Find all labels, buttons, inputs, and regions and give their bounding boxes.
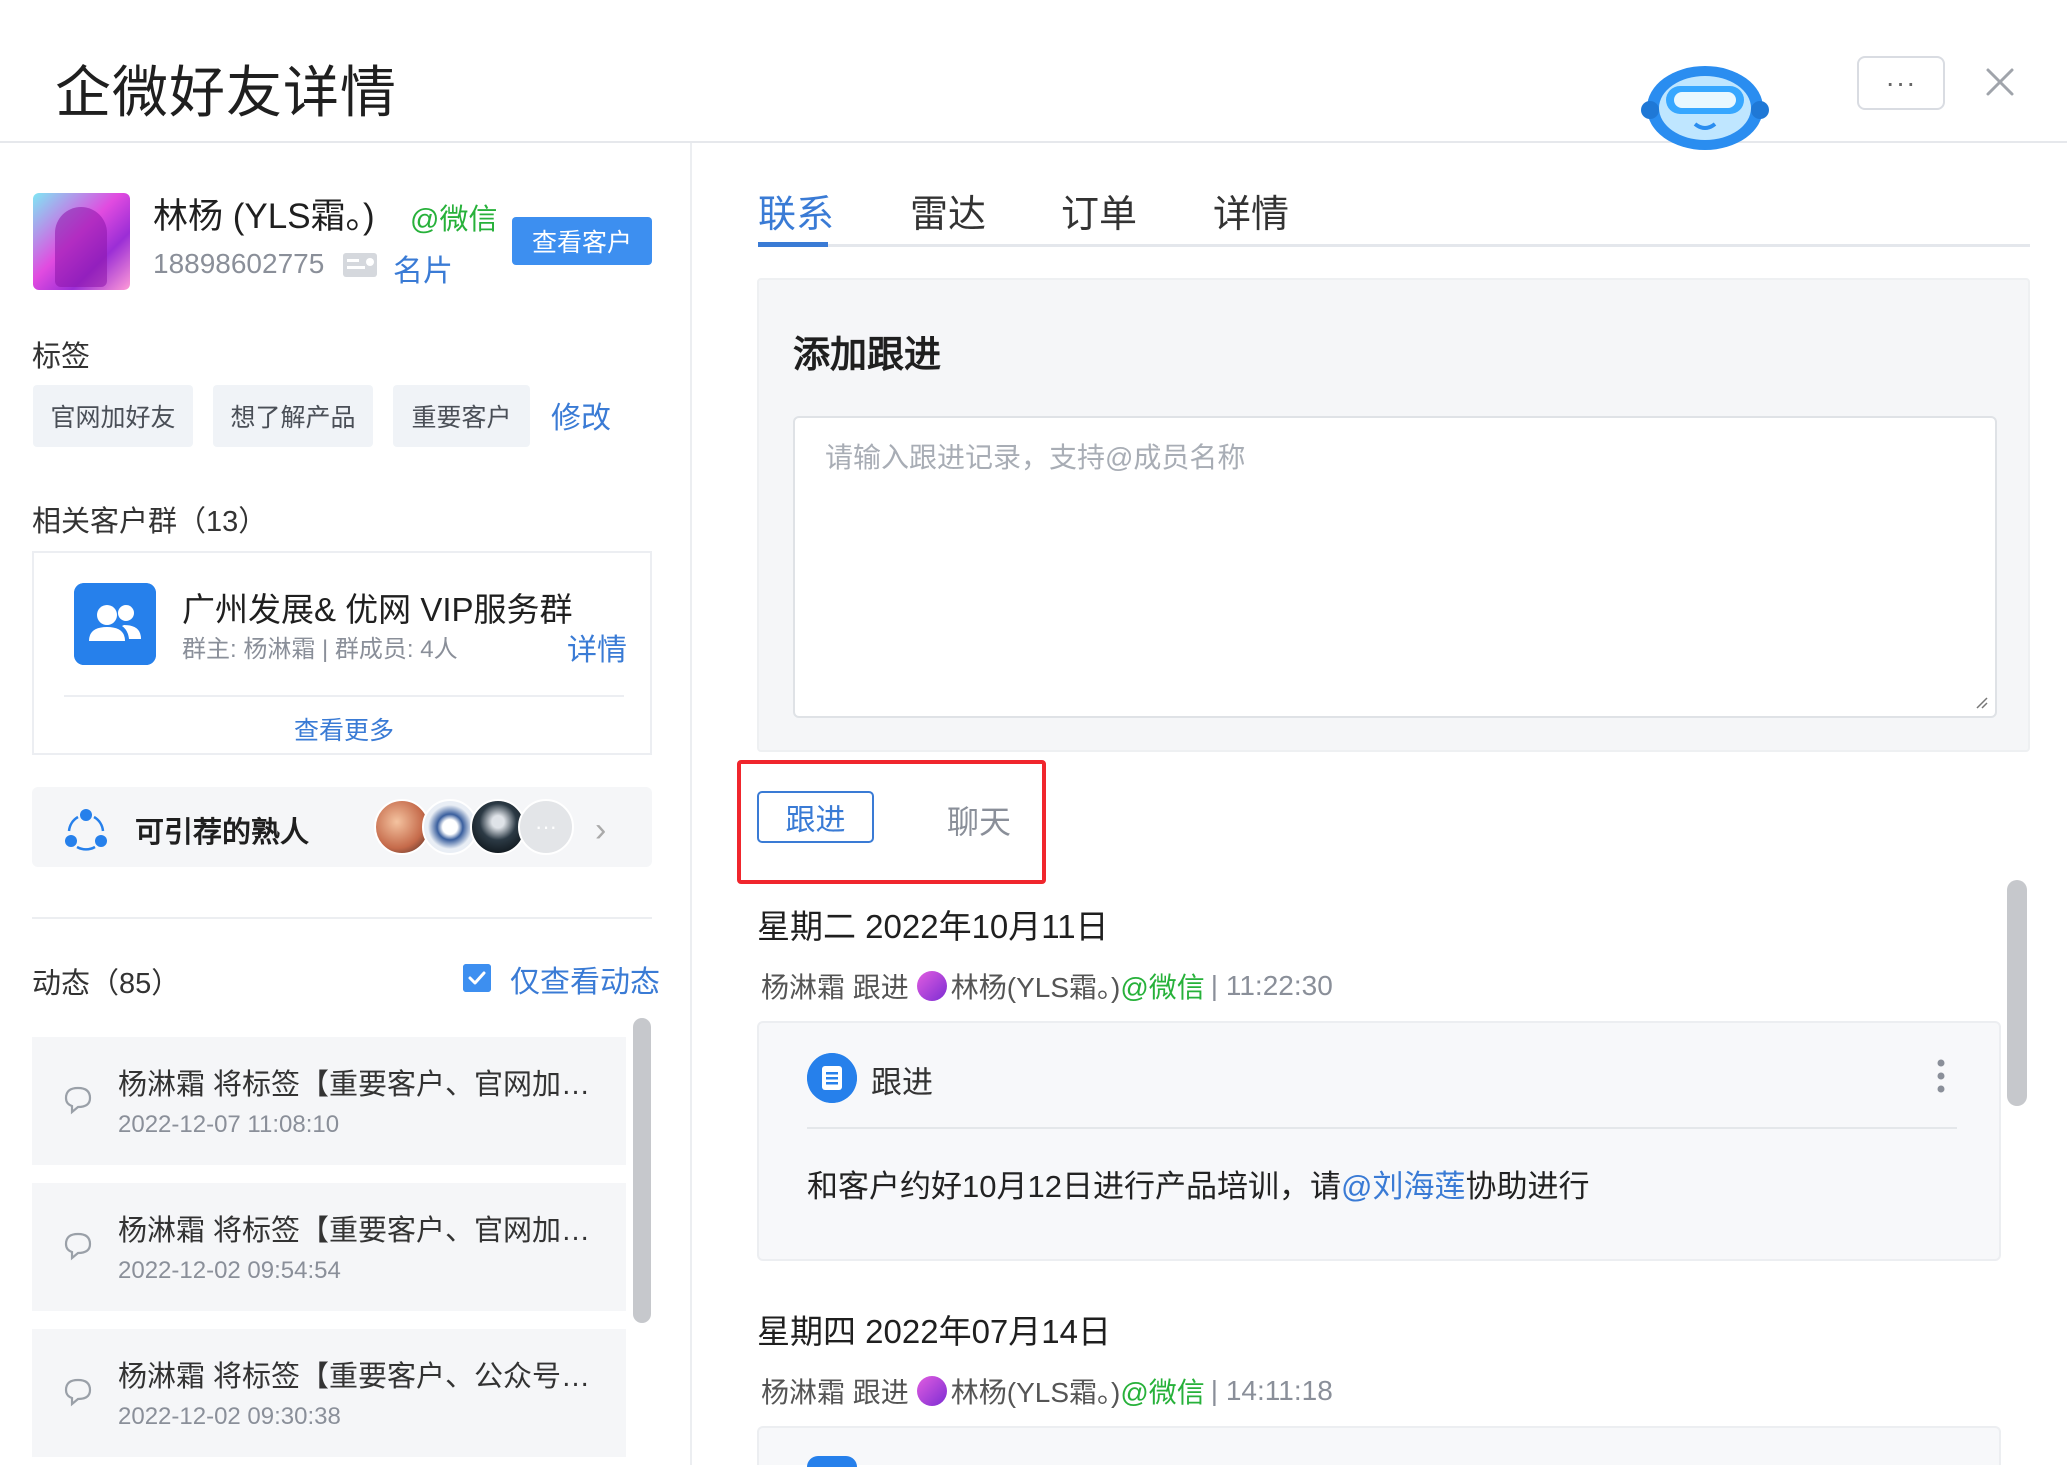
note-icon	[807, 1053, 857, 1103]
activity-item[interactable]: 杨淋霜 将标签【重要客户、官网加… 2022-12-02 09:54:54	[32, 1183, 626, 1311]
tag-chip: 官网加好友	[33, 385, 193, 447]
more-contacts-avatar: ···	[518, 799, 574, 855]
record-content-text: 和客户约好10月12日进行产品培训，请	[807, 1169, 1341, 1204]
followup-record-card: 跟进 和客户约好10月12日进行产品培训，请@刘海莲协助进行	[757, 1021, 2001, 1261]
record-time: | 11:22:30	[1210, 970, 1333, 1001]
customer-phone: 18898602775	[153, 248, 325, 279]
activity-text: 杨淋霜 将标签【重要客户、公众号…	[118, 1361, 591, 1393]
activity-item[interactable]: 杨淋霜 将标签【重要客户、官网加… 2022-12-07 11:08:10	[32, 1037, 626, 1165]
customer-name: 林杨 (YLS霜。)	[153, 197, 375, 236]
record-time: | 14:11:18	[1210, 1375, 1333, 1406]
group-meta: 群主: 杨淋霜 | 群成员: 4人	[182, 636, 458, 663]
record-date: 星期四 2022年07月14日	[757, 1313, 1111, 1350]
tab-orders[interactable]: 订单	[1061, 183, 1137, 238]
wechat-source-tag: @微信	[1120, 1377, 1205, 1408]
more-vertical-icon[interactable]	[1935, 1057, 1947, 1095]
record-content-text: 协助进行	[1465, 1169, 1590, 1204]
groups-section-title: 相关客户群（13）	[32, 506, 268, 538]
activity-time: 2022-12-07 11:08:10	[118, 1111, 340, 1138]
followup-placeholder: 请输入跟进记录，支持@成员名称	[825, 442, 1246, 473]
tab-contact[interactable]: 联系	[758, 183, 834, 238]
resize-handle-icon[interactable]	[1973, 694, 1989, 710]
business-card-link[interactable]: 名片	[393, 246, 453, 290]
record-contact[interactable]: 林杨(YLS霜。)	[951, 1371, 1121, 1411]
only-activity-checkbox[interactable]	[463, 964, 491, 992]
tab-details[interactable]: 详情	[1213, 183, 1289, 238]
activity-time: 2022-12-02 09:30:38	[118, 1403, 341, 1430]
only-activity-label[interactable]: 仅查看动态	[510, 957, 660, 1001]
contact-mini-avatar	[916, 1376, 947, 1406]
chevron-right-icon: ›	[595, 811, 607, 849]
referral-label: 可引荐的熟人	[135, 817, 310, 849]
close-icon[interactable]	[1980, 62, 2020, 102]
view-more-groups-link[interactable]: 查看更多	[34, 711, 654, 747]
record-author: 杨淋霜 跟进	[761, 972, 909, 1003]
wechat-source-tag: @微信	[1120, 972, 1205, 1003]
referral-row[interactable]: 可引荐的熟人 ··· ›	[32, 787, 652, 867]
followup-record-card	[757, 1426, 2001, 1467]
followup-textarea[interactable]: 请输入跟进记录，支持@成员名称	[793, 416, 1997, 718]
edit-tags-link[interactable]: 修改	[551, 393, 611, 437]
divider	[64, 695, 624, 697]
record-contact[interactable]: 林杨(YLS霜。)	[951, 966, 1121, 1006]
tab-bar-divider	[758, 244, 2030, 247]
avatar	[33, 193, 130, 290]
divider	[32, 917, 652, 919]
dialog-header: 企微好友详情 ···	[0, 0, 2067, 150]
add-followup-title: 添加跟进	[793, 334, 941, 375]
group-chat-icon	[74, 583, 156, 665]
activity-text: 杨淋霜 将标签【重要客户、官网加…	[118, 1069, 591, 1101]
divider	[807, 1127, 1957, 1129]
tags-section-title: 标签	[32, 341, 91, 373]
group-detail-link[interactable]: 详情	[567, 625, 627, 669]
record-meta: 杨淋霜 跟进 林杨(YLS霜。) @微信 | 11:22:30	[761, 966, 1333, 1006]
active-tab-indicator	[758, 242, 828, 247]
comment-icon	[64, 1086, 92, 1115]
record-meta: 杨淋霜 跟进 林杨(YLS霜。) @微信 | 14:11:18	[761, 1371, 1333, 1411]
assistant-mascot-icon[interactable]	[1640, 58, 1770, 150]
record-content: 和客户约好10月12日进行产品培训，请@刘海莲协助进行	[807, 1161, 1589, 1206]
filter-chat-button[interactable]: 聊天	[947, 797, 1011, 843]
comment-icon	[64, 1232, 92, 1261]
records-scrollbar[interactable]	[2007, 880, 2027, 1106]
record-date: 星期二 2022年10月11日	[757, 908, 1109, 945]
activity-section-title: 动态（85）	[32, 968, 181, 1000]
activity-time: 2022-12-02 09:54:54	[118, 1257, 341, 1284]
add-followup-panel: 添加跟进 请输入跟进记录，支持@成员名称	[757, 278, 2030, 752]
filter-followup-button[interactable]: 跟进	[757, 791, 874, 843]
note-icon	[807, 1456, 857, 1467]
activity-scrollbar[interactable]	[633, 1018, 651, 1323]
activity-item[interactable]: 杨淋霜 将标签【重要客户、公众号… 2022-12-02 09:30:38	[32, 1329, 626, 1457]
record-type-label: 跟进	[871, 1065, 933, 1100]
customer-group-card: 广州发展& 优网 VIP服务群 群主: 杨淋霜 | 群成员: 4人 详情 查看更…	[32, 551, 652, 755]
tag-chip: 想了解产品	[213, 385, 373, 447]
view-customer-button[interactable]: 查看客户	[512, 217, 652, 265]
contact-mini-avatar	[916, 971, 947, 1001]
group-name: 广州发展& 优网 VIP服务群	[182, 591, 573, 628]
tag-chip: 重要客户	[393, 385, 530, 447]
network-icon	[65, 809, 107, 851]
wechat-source-tag: @微信	[410, 204, 498, 236]
business-card-icon	[343, 253, 377, 277]
record-author: 杨淋霜 跟进	[761, 1377, 909, 1408]
tab-radar[interactable]: 雷达	[910, 183, 986, 238]
page-title: 企微好友详情	[55, 61, 397, 124]
comment-icon	[64, 1378, 92, 1407]
more-options-button[interactable]: ···	[1857, 56, 1945, 110]
activity-text: 杨淋霜 将标签【重要客户、官网加…	[118, 1215, 591, 1247]
member-mention[interactable]: @刘海莲	[1341, 1169, 1465, 1204]
